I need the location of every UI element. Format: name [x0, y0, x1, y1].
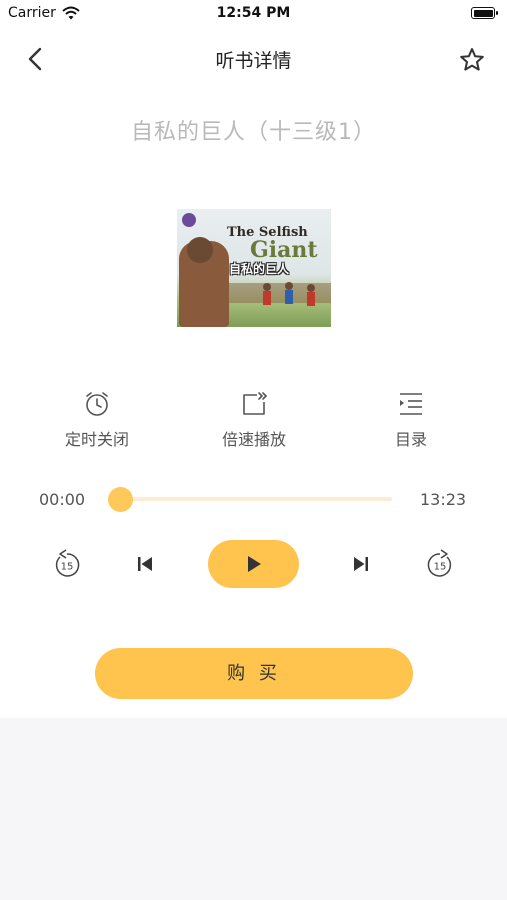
- player-panel: [0, 0, 507, 718]
- progress-slider-thumb[interactable]: [107, 487, 133, 512]
- playback-speed-label: 倍速播放: [221, 430, 286, 449]
- page-title: 听书详情: [215, 50, 292, 72]
- forward-15-icon: 15: [427, 549, 452, 577]
- sleep-timer-button[interactable]: 定时关闭: [37, 390, 157, 450]
- play-button[interactable]: [208, 540, 299, 588]
- rewind-15-button[interactable]: 15: [52, 548, 82, 584]
- playback-speed-button[interactable]: 倍速播放: [194, 390, 314, 450]
- current-time: 00:00: [39, 490, 86, 509]
- cover-giant-head: [187, 237, 213, 263]
- play-icon: [248, 556, 261, 572]
- battery-icon: [471, 7, 498, 19]
- rewind-15-icon: 15: [55, 549, 80, 577]
- cover-title-cn: 自私的巨人: [229, 262, 290, 276]
- next-track-button[interactable]: [351, 554, 371, 578]
- forward-15-button[interactable]: 15: [425, 548, 455, 584]
- alarm-clock-icon: [86, 392, 108, 416]
- catalog-label: 目录: [394, 430, 427, 449]
- forward-seconds-label: 15: [434, 562, 447, 573]
- buy-button[interactable]: 购 买: [95, 648, 413, 699]
- status-bar: Carrier 12:54 PM: [0, 0, 507, 28]
- cover-children-figures: [263, 282, 315, 306]
- star-outline-icon: [460, 48, 484, 71]
- previous-track-button[interactable]: [135, 554, 155, 578]
- speed-play-icon: [243, 392, 268, 415]
- playlist-icon: [400, 393, 422, 415]
- progress-track[interactable]: [120, 497, 392, 501]
- sleep-timer-label: 定时关闭: [64, 430, 129, 449]
- book-cover: The Selfish Giant 自私的巨人: [177, 209, 331, 327]
- total-time: 13:23: [420, 490, 467, 509]
- catalog-button[interactable]: 目录: [351, 390, 471, 450]
- rewind-seconds-label: 15: [61, 562, 74, 573]
- skip-next-icon: [354, 557, 368, 571]
- clock-label: 12:54 PM: [216, 5, 291, 21]
- favorite-button[interactable]: [458, 46, 486, 74]
- book-title: 自私的巨人（十三级1）: [131, 120, 376, 145]
- skip-previous-icon: [138, 557, 152, 571]
- publisher-logo-icon: [182, 213, 196, 227]
